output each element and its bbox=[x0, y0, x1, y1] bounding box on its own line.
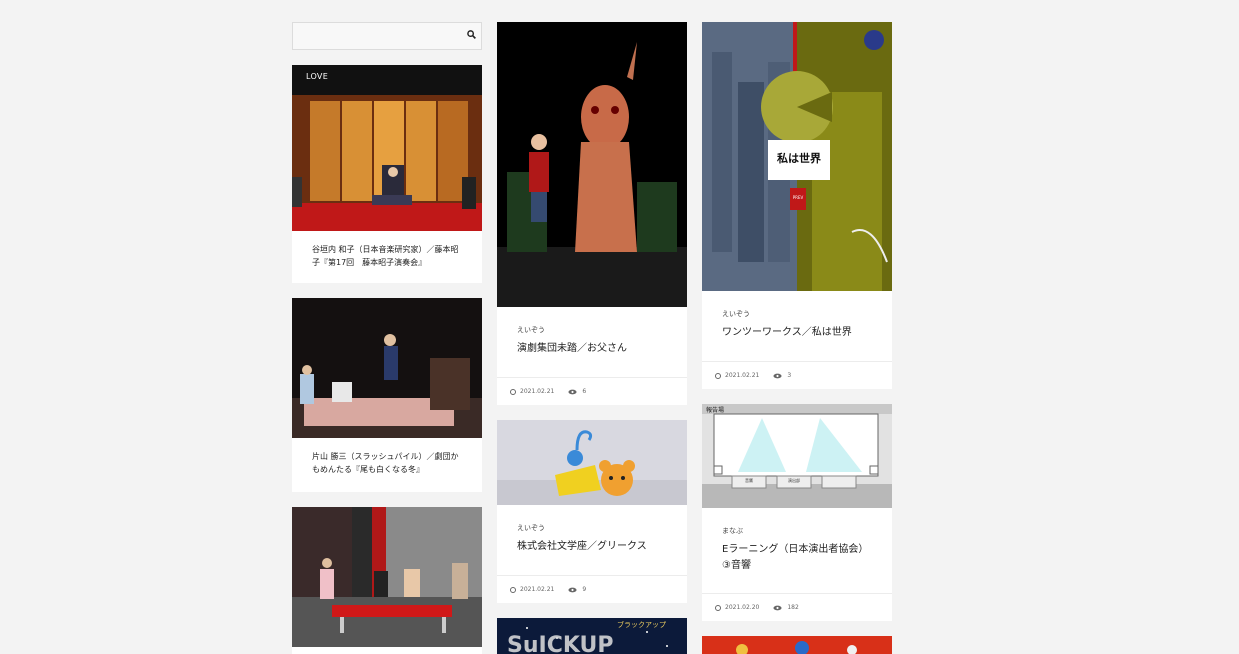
eye-icon bbox=[568, 587, 577, 592]
view-count: 9 bbox=[582, 586, 587, 593]
view-count: 3 bbox=[787, 372, 792, 379]
category-label[interactable]: まなぶ bbox=[722, 526, 872, 536]
article-card[interactable]: 報告場 音響 演出部 まなぶ Eラーニング（日本演出者協会）③音響 2021.0… bbox=[702, 404, 892, 621]
clock-icon bbox=[510, 586, 516, 593]
clock-icon bbox=[510, 388, 516, 395]
article-date: 2021.02.21 bbox=[725, 372, 760, 379]
article-date: 2021.02.20 bbox=[725, 604, 760, 611]
view-count: 182 bbox=[787, 604, 799, 611]
search-box bbox=[292, 22, 482, 50]
poster-badge: PREV bbox=[792, 195, 804, 200]
category-tag[interactable]: LOVE bbox=[306, 72, 328, 81]
screen-button: 演出部 bbox=[788, 478, 800, 483]
article-title[interactable]: ワンツーワークス／私は世界 bbox=[722, 325, 872, 341]
article-card[interactable]: 私は世界 PREV えいぞう ワンツーワークス／私は世界 2021.02.21 … bbox=[702, 22, 892, 389]
thumbnail-overlay-text: ブラックアップ bbox=[617, 621, 666, 629]
article-thumbnail[interactable] bbox=[497, 22, 687, 307]
category-label[interactable]: えいぞう bbox=[517, 523, 667, 533]
article-card[interactable]: LOVE 谷垣内 和子（日本音楽研究家）／藤本昭子『第17回 藤本昭子演奏会』 bbox=[292, 65, 482, 283]
screen-button: 音響 bbox=[745, 478, 753, 483]
article-thumbnail[interactable] bbox=[497, 420, 687, 505]
category-label[interactable]: えいぞう bbox=[722, 309, 872, 319]
article-card[interactable]: 片山 勝三（スラッシュパイル）／劇団かもめんたる『尾も白くなる冬』 bbox=[292, 298, 482, 492]
article-meta: 2021.02.20 182 bbox=[702, 593, 892, 621]
article-thumbnail[interactable]: 報告場 音響 演出部 bbox=[702, 404, 892, 508]
article-date: 2021.02.21 bbox=[520, 586, 555, 593]
search-input[interactable] bbox=[293, 23, 465, 47]
article-card[interactable]: SuICKUP ブラックアップ bbox=[497, 618, 687, 654]
article-card[interactable]: えいぞう 演劇集団未踏／お父さん 2021.02.21 6 bbox=[497, 22, 687, 405]
article-title[interactable]: 谷垣内 和子（日本音楽研究家）／藤本昭子『第17回 藤本昭子演奏会』 bbox=[312, 243, 462, 269]
article-meta: 2021.02.21 6 bbox=[497, 377, 687, 405]
article-card[interactable]: えいぞう 株式会社文学座／グリークス 2021.02.21 9 bbox=[497, 420, 687, 603]
category-label[interactable]: えいぞう bbox=[517, 325, 667, 335]
article-thumbnail[interactable]: SuICKUP ブラックアップ bbox=[497, 618, 687, 654]
clock-icon bbox=[715, 372, 721, 379]
eye-icon bbox=[773, 605, 782, 610]
eye-icon bbox=[773, 373, 782, 378]
article-title[interactable]: 株式会社文学座／グリークス bbox=[517, 539, 667, 555]
search-icon[interactable] bbox=[467, 30, 476, 39]
clock-icon bbox=[715, 604, 721, 611]
poster-title: 私は世界 bbox=[777, 152, 821, 165]
article-meta: 2021.02.21 9 bbox=[497, 575, 687, 603]
view-count: 6 bbox=[582, 388, 587, 395]
article-card[interactable] bbox=[292, 507, 482, 654]
screen-label: 報告場 bbox=[706, 407, 725, 414]
article-thumbnail[interactable] bbox=[292, 298, 482, 438]
svg-text:SuICKUP: SuICKUP bbox=[507, 633, 614, 654]
article-date: 2021.02.21 bbox=[520, 388, 555, 395]
article-title[interactable]: 片山 勝三（スラッシュパイル）／劇団かもめんたる『尾も白くなる冬』 bbox=[312, 450, 462, 476]
article-title[interactable]: Eラーニング（日本演出者協会）③音響 bbox=[722, 542, 872, 574]
article-thumbnail[interactable]: LOVE bbox=[292, 65, 482, 231]
article-thumbnail[interactable]: 私は世界 PREV bbox=[702, 22, 892, 291]
article-thumbnail[interactable] bbox=[292, 507, 482, 647]
eye-icon bbox=[568, 389, 577, 394]
article-title[interactable]: 演劇集団未踏／お父さん bbox=[517, 341, 667, 357]
article-card[interactable] bbox=[702, 636, 892, 654]
article-meta: 2021.02.21 3 bbox=[702, 361, 892, 389]
article-thumbnail[interactable] bbox=[702, 636, 892, 654]
